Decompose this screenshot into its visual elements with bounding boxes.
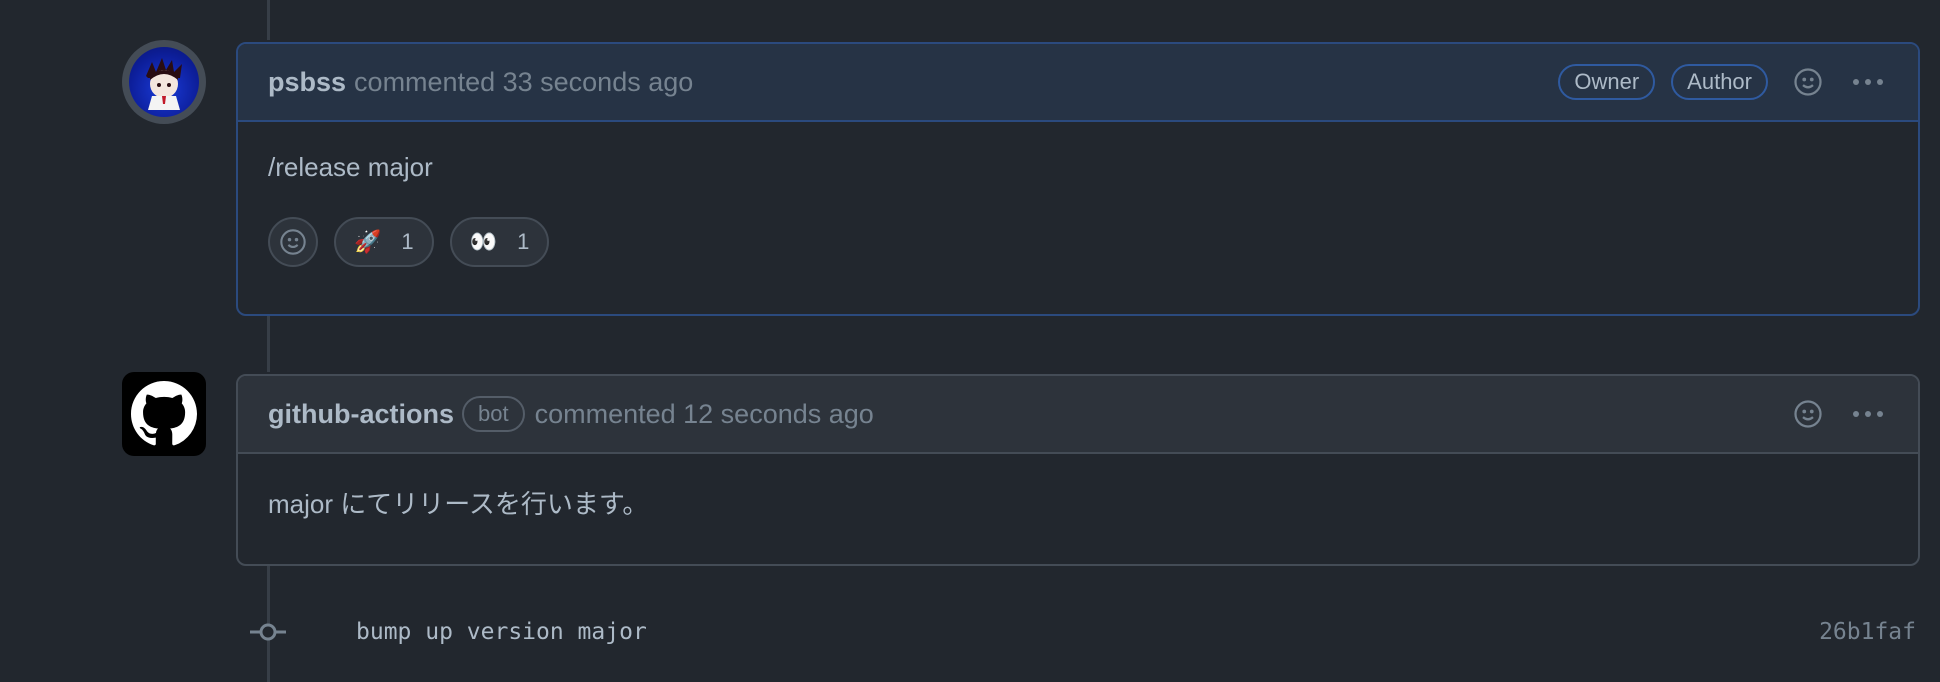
comment-text: /release major xyxy=(268,152,433,182)
commit-row: bump up version major 26b1faf xyxy=(250,612,1916,652)
kebab-horizontal-icon xyxy=(1853,79,1883,85)
avatar-github-actions[interactable] xyxy=(122,372,206,456)
comment-github-actions: github-actions bot commented 12 seconds … xyxy=(236,374,1920,566)
reaction-eyes[interactable]: 👀 1 xyxy=(449,217,550,267)
git-commit-icon xyxy=(250,623,286,641)
comment-options-button[interactable] xyxy=(1848,394,1888,434)
bot-badge: bot xyxy=(461,396,525,432)
author-badge: Author xyxy=(1671,64,1768,100)
comment-psbss: psbss commented 33 seconds ago Owner Aut… xyxy=(236,42,1920,316)
comment-header: psbss commented 33 seconds ago Owner Aut… xyxy=(238,44,1918,122)
owner-badge: Owner xyxy=(1558,64,1656,100)
comment-header: github-actions bot commented 12 seconds … xyxy=(238,376,1918,454)
smiley-icon xyxy=(1794,400,1822,428)
comment-timestamp[interactable]: commented 12 seconds ago xyxy=(535,399,874,430)
timeline-line xyxy=(267,0,270,40)
timeline-line xyxy=(267,312,270,372)
reaction-count: 1 xyxy=(401,229,414,254)
smiley-icon xyxy=(280,229,306,255)
avatar-image xyxy=(129,47,199,117)
comment-body: major にてリリースを行います。 xyxy=(238,454,1918,551)
add-reaction-button[interactable] xyxy=(268,217,318,267)
smiley-icon xyxy=(1794,68,1822,96)
reaction-count: 1 xyxy=(517,229,530,254)
comment-timestamp[interactable]: commented 33 seconds ago xyxy=(354,67,693,98)
comment-author[interactable]: github-actions xyxy=(268,399,454,430)
commit-message[interactable]: bump up version major xyxy=(356,619,647,645)
add-reaction-button[interactable] xyxy=(1788,62,1828,102)
add-reaction-button[interactable] xyxy=(1788,394,1828,434)
comment-text: major にてリリースを行います。 xyxy=(268,489,649,519)
reaction-rocket[interactable]: 🚀 1 xyxy=(334,217,434,267)
commit-sha[interactable]: 26b1faf xyxy=(1819,619,1916,645)
rocket-icon: 🚀 xyxy=(354,229,382,254)
github-mark-icon xyxy=(131,381,197,446)
comment-author[interactable]: psbss xyxy=(268,67,346,98)
reactions-bar: 🚀 1 👀 1 xyxy=(268,217,1888,267)
eyes-icon: 👀 xyxy=(469,229,498,254)
avatar-psbss[interactable] xyxy=(122,40,206,124)
kebab-horizontal-icon xyxy=(1853,411,1883,417)
comment-options-button[interactable] xyxy=(1848,62,1888,102)
comment-body: /release major 🚀 1 👀 1 xyxy=(238,122,1918,297)
